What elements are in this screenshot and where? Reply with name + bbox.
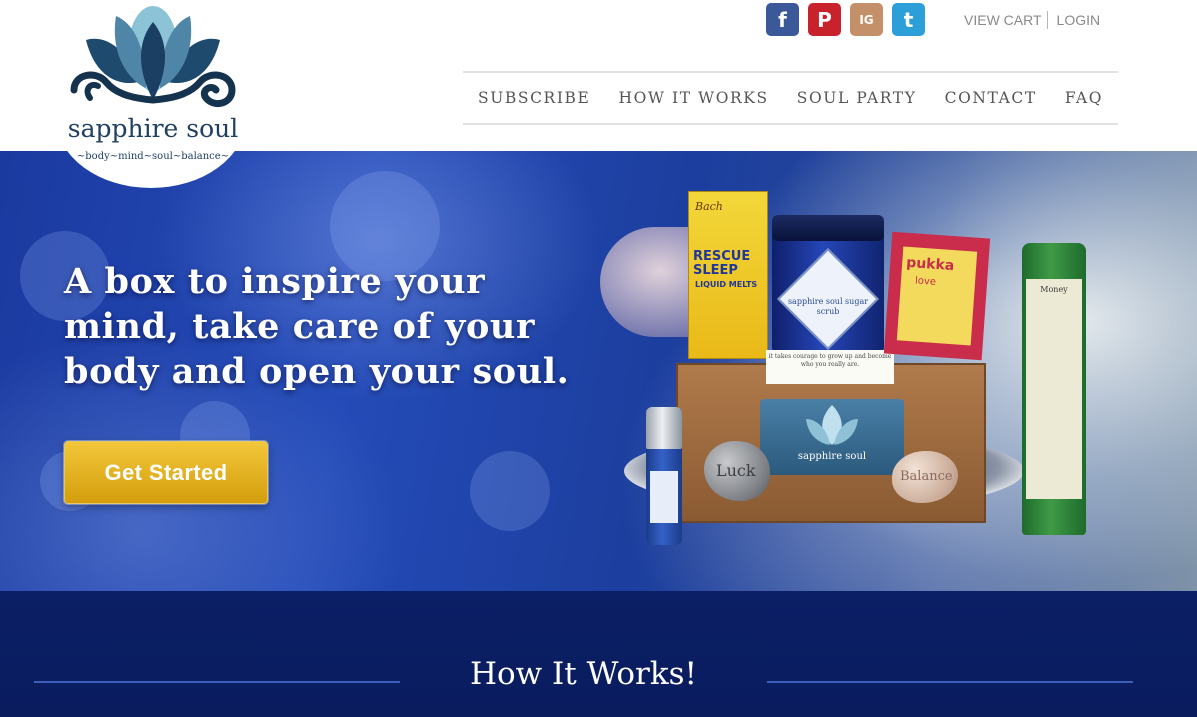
- rescue-sleep-product: Bach RESCUE SLEEP LIQUID MELTS: [688, 191, 768, 359]
- site-logo[interactable]: sapphire soul ~body~mind~soul~balance~: [52, 0, 254, 188]
- divider: [767, 681, 1133, 683]
- hero-headline: A box to inspire your mind, take care of…: [64, 261, 570, 392]
- luck-stone: Luck: [704, 441, 770, 501]
- vial-label: [650, 471, 678, 523]
- lotus-icon: [806, 405, 858, 445]
- nav-item-contact[interactable]: CONTACT: [945, 89, 1037, 107]
- facebook-icon[interactable]: f: [766, 3, 799, 36]
- logo-tagline: ~body~mind~soul~balance~: [76, 151, 230, 162]
- roller-vial: [646, 407, 682, 545]
- jar-label-text: sapphire soul sugar scrub: [787, 297, 869, 316]
- login-link[interactable]: LOGIN: [1057, 12, 1101, 28]
- how-it-works-section: How It Works!: [0, 591, 1197, 717]
- pukka-tea-sachet: pukka love: [883, 231, 991, 361]
- jar-lid: [772, 215, 884, 241]
- nav-item-subscribe[interactable]: SUBSCRIBE: [478, 89, 590, 107]
- candle-label-text: Money: [1040, 285, 1068, 294]
- instagram-glyph: IG: [859, 12, 874, 27]
- bokeh-light: [470, 451, 550, 531]
- stone-text: Luck: [716, 461, 756, 480]
- product-name: RESCUE SLEEP: [693, 249, 751, 278]
- section-title: How It Works!: [469, 656, 698, 692]
- nav-item-how-it-works[interactable]: HOW IT WORKS: [619, 89, 769, 107]
- view-cart-link[interactable]: VIEW CART: [964, 12, 1042, 28]
- sachet-flavor: love: [914, 275, 937, 288]
- logo-wordmark: sapphire soul: [67, 114, 239, 143]
- twitter-icon[interactable]: t: [892, 3, 925, 36]
- divider: [1046, 11, 1048, 29]
- candle-label: [1026, 279, 1082, 499]
- vial-cap: [646, 407, 682, 449]
- product-subtitle: LIQUID MELTS: [695, 280, 758, 289]
- card-text: sapphire soul: [797, 451, 867, 462]
- quote-card: it takes courage to grow up and become w…: [766, 350, 894, 384]
- nav-item-faq[interactable]: FAQ: [1065, 89, 1103, 107]
- social-links: f P IG t: [766, 3, 925, 36]
- divider: [34, 681, 400, 683]
- main-nav: SUBSCRIBE HOW IT WORKS SOUL PARTY CONTAC…: [463, 71, 1118, 125]
- stone-text: Balance: [900, 469, 953, 484]
- facebook-glyph: f: [778, 7, 787, 32]
- nav-item-soul-party[interactable]: SOUL PARTY: [797, 89, 917, 107]
- instagram-icon[interactable]: IG: [850, 3, 883, 36]
- sugar-scrub-jar: sapphire soul sugar scrub: [772, 215, 884, 357]
- pinterest-glyph: P: [817, 7, 832, 32]
- hero-banner: A box to inspire your mind, take care of…: [0, 151, 1197, 591]
- sachet-brand: pukka: [905, 254, 955, 275]
- brand-card: sapphire soul: [760, 399, 904, 475]
- product-brand: Bach: [695, 200, 723, 213]
- twitter-glyph: t: [903, 7, 914, 32]
- green-candle: Money: [1022, 243, 1086, 535]
- account-links: VIEW CART LOGIN: [964, 11, 1100, 29]
- pinterest-icon[interactable]: P: [808, 3, 841, 36]
- get-started-button[interactable]: Get Started: [64, 441, 268, 504]
- lotus-icon: [70, 6, 236, 108]
